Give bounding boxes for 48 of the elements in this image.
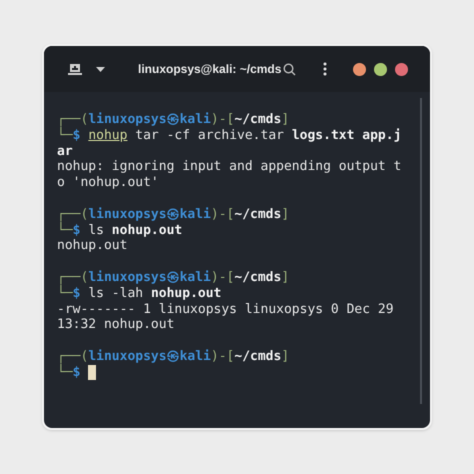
prompt-frame: )-[ <box>210 112 234 127</box>
prompt-frame: ┌──( <box>57 112 88 127</box>
output-text: -rw------- 1 linuxopsys linuxopsys 0 Dec 29 13:32 nohup.out <box>57 302 395 334</box>
prompt-symbol: $ <box>72 128 80 143</box>
dropdown-caret-icon[interactable] <box>96 66 105 72</box>
new-tab-icon[interactable] <box>68 62 82 76</box>
prompt-frame: └─ <box>57 128 73 143</box>
command-argument: logs.txt app.j <box>292 128 402 143</box>
prompt-frame: )-[ <box>210 270 234 285</box>
prompt-frame: ] <box>281 270 290 285</box>
prompt-frame: └─ <box>57 286 73 301</box>
prompt-frame: ] <box>281 206 290 222</box>
output-text: nohup.out <box>57 238 128 254</box>
command-argument: ar <box>57 144 73 159</box>
prompt-frame: ] <box>281 112 290 127</box>
command-argument: nohup.out <box>150 286 222 301</box>
prompt-frame: )-[ <box>210 206 234 222</box>
command-text: ls -lah <box>88 286 144 301</box>
prompt-frame: ┌──( <box>57 348 88 364</box>
prompt-path: ~/cmds <box>234 206 282 222</box>
prompt-user-host: linuxopsys㉿kali <box>88 270 211 285</box>
prompt-symbol: $ <box>72 222 80 238</box>
prompt-frame: ] <box>281 348 290 364</box>
prompt-user-host: linuxopsys㉿kali <box>88 348 211 364</box>
scrollbar[interactable] <box>420 98 422 404</box>
prompt-frame: ┌──( <box>57 270 88 285</box>
command-argument: nohup.out <box>112 222 182 238</box>
maximize-button[interactable] <box>374 62 387 76</box>
prompt-frame: └─ <box>57 364 73 380</box>
command-text: ls <box>88 222 104 238</box>
close-button[interactable] <box>395 62 408 76</box>
output-text: nohup: ignoring input and appending output to 'nohup.out' <box>57 159 402 191</box>
search-icon[interactable] <box>283 62 296 76</box>
command-name: nohup <box>88 128 128 143</box>
window-title: linuxopsys@kali: ~/cmds <box>138 61 282 78</box>
minimize-button[interactable] <box>353 62 366 76</box>
prompt-frame: )-[ <box>210 348 234 364</box>
command-text: tar -cf archive.tar <box>135 128 284 143</box>
prompt-path: ~/cmds <box>234 112 282 127</box>
prompt-symbol: $ <box>72 286 80 301</box>
menu-icon[interactable] <box>323 62 327 76</box>
prompt-user-host: linuxopsys㉿kali <box>88 206 211 222</box>
prompt-frame: ┌──( <box>57 206 88 222</box>
prompt-path: ~/cmds <box>234 348 282 364</box>
prompt-user-host: linuxopsys㉿kali <box>88 112 211 127</box>
prompt-symbol: $ <box>72 364 80 380</box>
prompt-frame: └─ <box>57 222 73 238</box>
prompt-path: ~/cmds <box>234 270 282 285</box>
